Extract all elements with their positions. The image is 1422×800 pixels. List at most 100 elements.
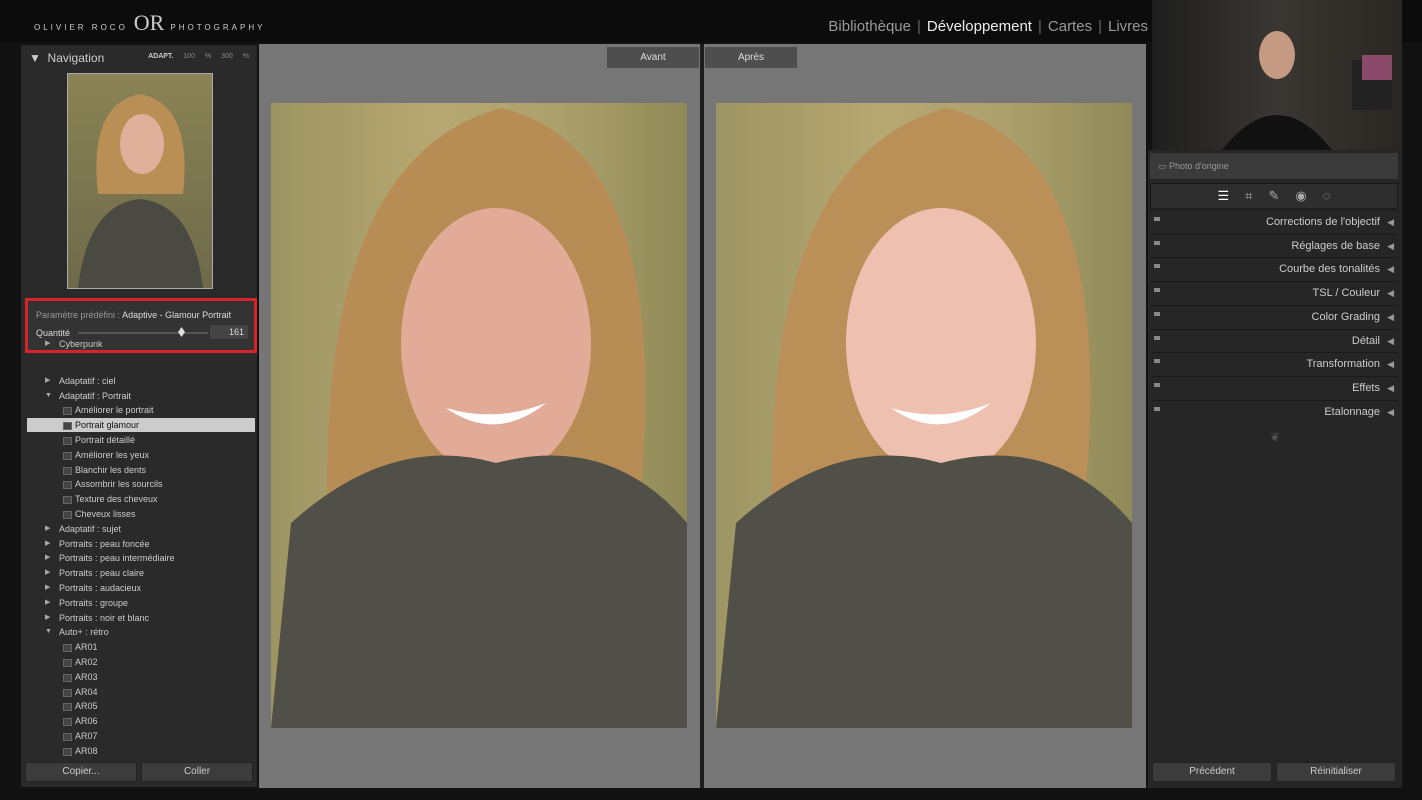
preset-item[interactable]: Portrait détaillé [27, 433, 255, 447]
preset-item[interactable]: Blanchir les dents [27, 463, 255, 477]
caret-down-icon[interactable]: ▼ [45, 389, 52, 403]
panel-section[interactable]: Transformation [1150, 352, 1398, 375]
preset-label: Cyberpunk [59, 339, 103, 349]
sliders-icon[interactable]: ☰ [1218, 188, 1246, 203]
preset-group[interactable]: ▶ Portraits : peau intermédiaire [27, 551, 255, 565]
caret-right-icon[interactable]: ▶ [45, 581, 50, 595]
caret-right-icon[interactable]: ▶ [45, 566, 50, 580]
preset-group[interactable]: ▶ Portraits : noir et blanc [27, 611, 255, 625]
preset-item[interactable]: AR06 [27, 714, 255, 728]
module-picker: Bibliothèque | Développement | Cartes | Livres [828, 18, 1148, 35]
panel-section[interactable]: Etalonnage [1150, 399, 1398, 423]
preset-item[interactable]: AR02 [27, 655, 255, 669]
preset-group[interactable]: ▼ Adaptatif : Portrait [27, 389, 255, 403]
preset-item[interactable]: Cheveux lisses [27, 507, 255, 521]
original-photo-toggle[interactable]: ▭ Photo d'origine [1150, 153, 1398, 179]
preset-group[interactable]: ▶ Adaptatif : sujet [27, 522, 255, 536]
caret-right-icon[interactable]: ▶ [45, 551, 50, 565]
panel-section[interactable]: Réglages de base [1150, 233, 1398, 257]
preset-item[interactable]: Texture des cheveux [27, 492, 255, 506]
previous-button[interactable]: Précédent [1152, 762, 1272, 782]
preset-label: Portrait détaillé [75, 435, 136, 445]
preset-group[interactable]: ▶ Cyberpunk [27, 337, 255, 351]
preset-name: Paramètre prédéfini : Adaptive - Glamour… [36, 310, 232, 320]
caret-right-icon[interactable]: ▶ [45, 537, 50, 551]
paste-button[interactable]: Coller [141, 762, 253, 782]
before-photo[interactable] [271, 103, 687, 728]
preset-item[interactable]: Améliorer le portrait [27, 403, 255, 417]
module-2[interactable]: Cartes [1048, 18, 1092, 35]
preset-group[interactable]: ▶ Adaptatif : ciel [27, 374, 255, 388]
logo: OLIVIER ROCO OR PHOTOGRAPHY [34, 10, 266, 35]
module-0[interactable]: Bibliothèque [828, 18, 911, 35]
caret-right-icon[interactable]: ▶ [45, 522, 50, 536]
preset-item[interactable]: AR08 [27, 744, 255, 758]
preset-group[interactable]: ▶ Portraits : peau claire [27, 566, 255, 580]
preset-item[interactable]: AR01 [27, 640, 255, 654]
preset-group[interactable]: ▶ Portraits : peau foncée [27, 537, 255, 551]
preset-label: AR01 [75, 642, 98, 653]
preset-label: Adaptatif : Portrait [59, 390, 132, 401]
preset-label: AR05 [75, 701, 98, 712]
copy-button[interactable]: Copier... [25, 762, 137, 782]
panel-section[interactable]: Effets [1150, 375, 1398, 399]
webcam-overlay [1152, 0, 1402, 150]
preset-item[interactable]: Assombrir les sourcils [27, 477, 255, 491]
crop-icon[interactable]: ⌗ [1245, 188, 1268, 203]
preset-label: Blanchir les dents [75, 464, 147, 475]
caret-right-icon[interactable]: ▶ [45, 596, 50, 610]
preset-label: Améliorer les yeux [75, 449, 150, 460]
preset-label: Portraits : peau foncée [59, 538, 150, 549]
preset-label: Portraits : audacieux [59, 583, 142, 593]
amount-slider[interactable] [78, 332, 208, 334]
preset-item[interactable]: AR05 [27, 699, 255, 713]
preset-group[interactable]: ▶ Portraits : audacieux [27, 581, 255, 595]
left-panel: ▼ Navigation ADAPT. 100 % 300 % Paramètr… [20, 44, 258, 788]
preset-item[interactable]: AR03 [27, 670, 255, 684]
preset-label: AR08 [75, 745, 98, 756]
preset-group[interactable]: ▶ Portraits : groupe [27, 596, 255, 610]
panel-section[interactable]: Color Grading [1150, 304, 1398, 328]
preset-label: AR03 [75, 671, 98, 682]
module-1[interactable]: Développement [927, 18, 1032, 35]
preset-item[interactable]: AR04 [27, 685, 255, 699]
preset-label: Portraits : peau intermédiaire [59, 553, 175, 564]
amount-slider-thumb[interactable] [178, 327, 185, 337]
after-photo[interactable] [716, 103, 1132, 728]
preset-item[interactable]: Améliorer les yeux [27, 448, 255, 462]
reset-button[interactable]: Réinitialiser [1276, 762, 1396, 782]
caret-down-icon[interactable]: ▼ [45, 625, 52, 639]
zoom-options[interactable]: ADAPT. 100 % 300 % [148, 53, 249, 60]
panel-section[interactable]: Détail [1150, 328, 1398, 352]
module-separator: | [1098, 18, 1102, 35]
module-separator: | [1037, 18, 1042, 35]
preset-label: Portraits : noir et blanc [59, 612, 150, 623]
navigator-thumbnail[interactable] [67, 73, 213, 289]
view-divider [700, 44, 704, 788]
preset-label: Portraits : groupe [59, 597, 129, 608]
preset-label: Améliorer le portrait [75, 405, 154, 416]
preset-label: Adaptatif : ciel [59, 375, 116, 386]
preset-item[interactable]: AR07 [27, 729, 255, 743]
caret-right-icon[interactable]: ▶ [45, 611, 50, 625]
preset-label: Assombrir les sourcils [75, 479, 163, 490]
mask-icon[interactable]: ◌ [1323, 188, 1347, 203]
caret-right-icon[interactable]: ▶ [45, 374, 50, 388]
right-panel: ▭ Photo d'origine ☰⌗✎◉◌ Corrections de l… [1148, 150, 1402, 788]
preset-label: Portrait glamour [75, 420, 140, 431]
panel-section[interactable]: Corrections de l'objectif [1150, 210, 1398, 233]
panel-section[interactable]: TSL / Couleur [1150, 281, 1398, 304]
before-label: Avant [607, 47, 699, 68]
navigator-header[interactable]: ▼ Navigation [29, 51, 104, 65]
caret-right-icon[interactable]: ▶ [45, 337, 50, 351]
tool-strip: ☰⌗✎◉◌ [1150, 183, 1398, 209]
preset-label: Texture des cheveux [75, 494, 158, 505]
preset-label: Portraits : peau claire [59, 568, 145, 579]
module-3[interactable]: Livres [1108, 18, 1148, 35]
module-separator: | [917, 18, 921, 35]
preset-item[interactable]: Portrait glamour [27, 418, 255, 433]
heal-icon[interactable]: ✎ [1269, 188, 1296, 203]
redeye-icon[interactable]: ◉ [1295, 188, 1322, 203]
preset-group[interactable]: ▼ Auto+ : rétro [27, 625, 255, 639]
panel-section[interactable]: Courbe des tonalités [1150, 257, 1398, 280]
